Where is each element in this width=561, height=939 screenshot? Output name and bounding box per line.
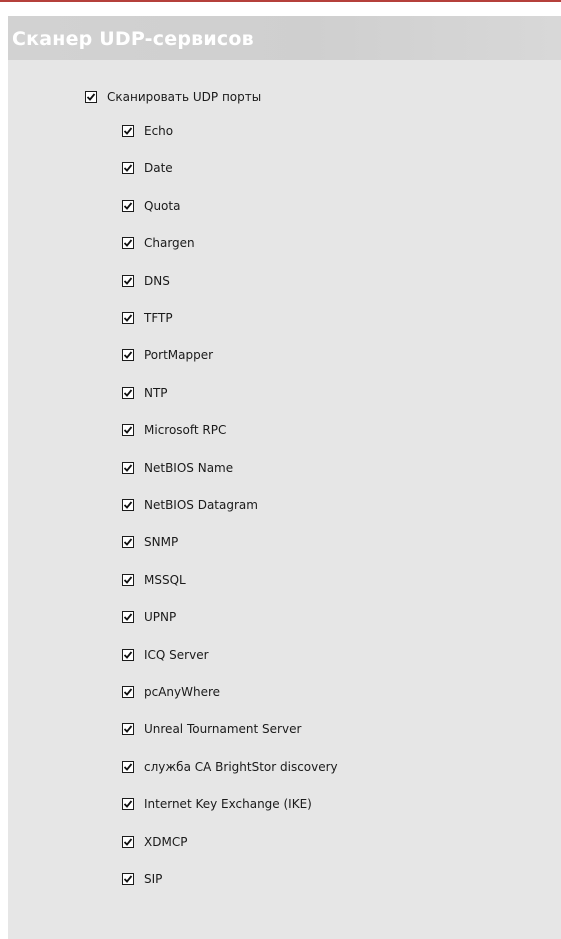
service-label: ICQ Server xyxy=(144,648,209,662)
service-checkbox-row[interactable]: Date xyxy=(122,160,173,176)
checkmark-icon xyxy=(123,127,133,135)
scan-udp-ports-label: Сканировать UDP порты xyxy=(107,90,262,104)
service-checkbox-row[interactable]: Microsoft RPC xyxy=(122,422,226,438)
checkmark-icon xyxy=(123,800,133,808)
service-checkbox-row[interactable]: Chargen xyxy=(122,235,195,251)
service-checkbox-row[interactable]: TFTP xyxy=(122,310,173,326)
checkmark-icon xyxy=(123,501,133,509)
checkmark-icon xyxy=(123,576,133,584)
service-checkbox-row[interactable]: служба CA BrightStor discovery xyxy=(122,759,338,775)
service-checkbox-row[interactable]: Internet Key Exchange (IKE) xyxy=(122,796,312,812)
service-checkbox[interactable] xyxy=(122,536,134,548)
service-label: UPNP xyxy=(144,610,177,624)
service-checkbox-row[interactable]: NTP xyxy=(122,385,168,401)
service-checkbox[interactable] xyxy=(122,387,134,399)
service-checkbox[interactable] xyxy=(122,611,134,623)
service-label: SIP xyxy=(144,872,163,886)
service-checkbox[interactable] xyxy=(122,237,134,249)
checkmark-icon xyxy=(86,93,96,101)
service-label: XDMCP xyxy=(144,835,188,849)
service-checkbox[interactable] xyxy=(122,686,134,698)
checkmark-icon xyxy=(123,875,133,883)
service-checkbox-row[interactable]: NetBIOS Name xyxy=(122,460,233,476)
service-checkbox-row[interactable]: PortMapper xyxy=(122,347,213,363)
service-label: служба CA BrightStor discovery xyxy=(144,760,338,774)
service-checkbox-row[interactable]: XDMCP xyxy=(122,834,187,850)
service-checkbox-row[interactable]: Quota xyxy=(122,198,180,214)
service-checkbox-row[interactable]: SNMP xyxy=(122,534,178,550)
service-checkbox[interactable] xyxy=(122,798,134,810)
service-label: NTP xyxy=(144,386,168,400)
checkmark-icon xyxy=(123,314,133,322)
service-checkbox-row[interactable]: SIP xyxy=(122,871,162,887)
service-label: Microsoft RPC xyxy=(144,423,227,437)
checkmark-icon xyxy=(123,651,133,659)
service-label: DNS xyxy=(144,274,170,288)
service-label: NetBIOS Datagram xyxy=(144,498,258,512)
checkmark-icon xyxy=(123,239,133,247)
service-label: Quota xyxy=(144,199,181,213)
service-checkbox-row[interactable]: Echo xyxy=(122,123,173,139)
checkmark-icon xyxy=(123,202,133,210)
service-checkbox[interactable] xyxy=(122,462,134,474)
service-label: NetBIOS Name xyxy=(144,461,234,475)
checkmark-icon xyxy=(123,538,133,546)
service-checkbox[interactable] xyxy=(122,162,134,174)
service-checkbox[interactable] xyxy=(122,574,134,586)
checkmark-icon xyxy=(123,351,133,359)
service-label: Date xyxy=(144,161,173,175)
checkmark-icon xyxy=(123,464,133,472)
checkmark-icon xyxy=(123,838,133,846)
service-checkbox[interactable] xyxy=(122,836,134,848)
checkmark-icon xyxy=(123,725,133,733)
service-label: Chargen xyxy=(144,236,195,250)
service-checkbox[interactable] xyxy=(122,873,134,885)
service-label: Unreal Tournament Server xyxy=(144,722,302,736)
service-label: SNMP xyxy=(144,535,179,549)
service-label: Internet Key Exchange (IKE) xyxy=(144,797,312,811)
checkmark-icon xyxy=(123,277,133,285)
service-checkbox[interactable] xyxy=(122,761,134,773)
service-checkbox[interactable] xyxy=(122,312,134,324)
service-checkbox[interactable] xyxy=(122,649,134,661)
service-checkbox-row[interactable]: Unreal Tournament Server xyxy=(122,721,301,737)
panel-header: Сканер UDP-сервисов xyxy=(8,16,561,60)
service-checkbox[interactable] xyxy=(122,499,134,511)
checkmark-icon xyxy=(123,426,133,434)
service-checkbox[interactable] xyxy=(122,424,134,436)
service-checkbox[interactable] xyxy=(122,723,134,735)
top-divider xyxy=(0,0,561,2)
service-checkbox[interactable] xyxy=(122,200,134,212)
scan-udp-ports-checkbox-row[interactable]: Сканировать UDP порты xyxy=(85,89,261,105)
service-checkbox[interactable] xyxy=(122,125,134,137)
udp-scanner-panel: Сканер UDP-сервисов Сканировать UDP порт… xyxy=(8,16,561,939)
service-checkbox[interactable] xyxy=(122,349,134,361)
service-checkbox-row[interactable]: UPNP xyxy=(122,609,176,625)
service-checkbox-row[interactable]: ICQ Server xyxy=(122,647,209,663)
service-checkbox-row[interactable]: DNS xyxy=(122,273,170,289)
checkmark-icon xyxy=(123,763,133,771)
checkmark-icon xyxy=(123,389,133,397)
scan-udp-ports-checkbox[interactable] xyxy=(85,91,97,103)
service-label: TFTP xyxy=(144,311,173,325)
service-label: Echo xyxy=(144,124,174,138)
service-checkbox-row[interactable]: pcAnyWhere xyxy=(122,684,220,700)
service-label: pcAnyWhere xyxy=(144,685,221,699)
service-label: MSSQL xyxy=(144,573,186,587)
service-checkbox-row[interactable]: MSSQL xyxy=(122,572,186,588)
service-label: PortMapper xyxy=(144,348,214,362)
checkmark-icon xyxy=(123,164,133,172)
service-checkbox[interactable] xyxy=(122,275,134,287)
service-checkbox-row[interactable]: NetBIOS Datagram xyxy=(122,497,258,513)
panel-title: Сканер UDP-сервисов xyxy=(12,28,254,50)
checkmark-icon xyxy=(123,613,133,621)
checkmark-icon xyxy=(123,688,133,696)
